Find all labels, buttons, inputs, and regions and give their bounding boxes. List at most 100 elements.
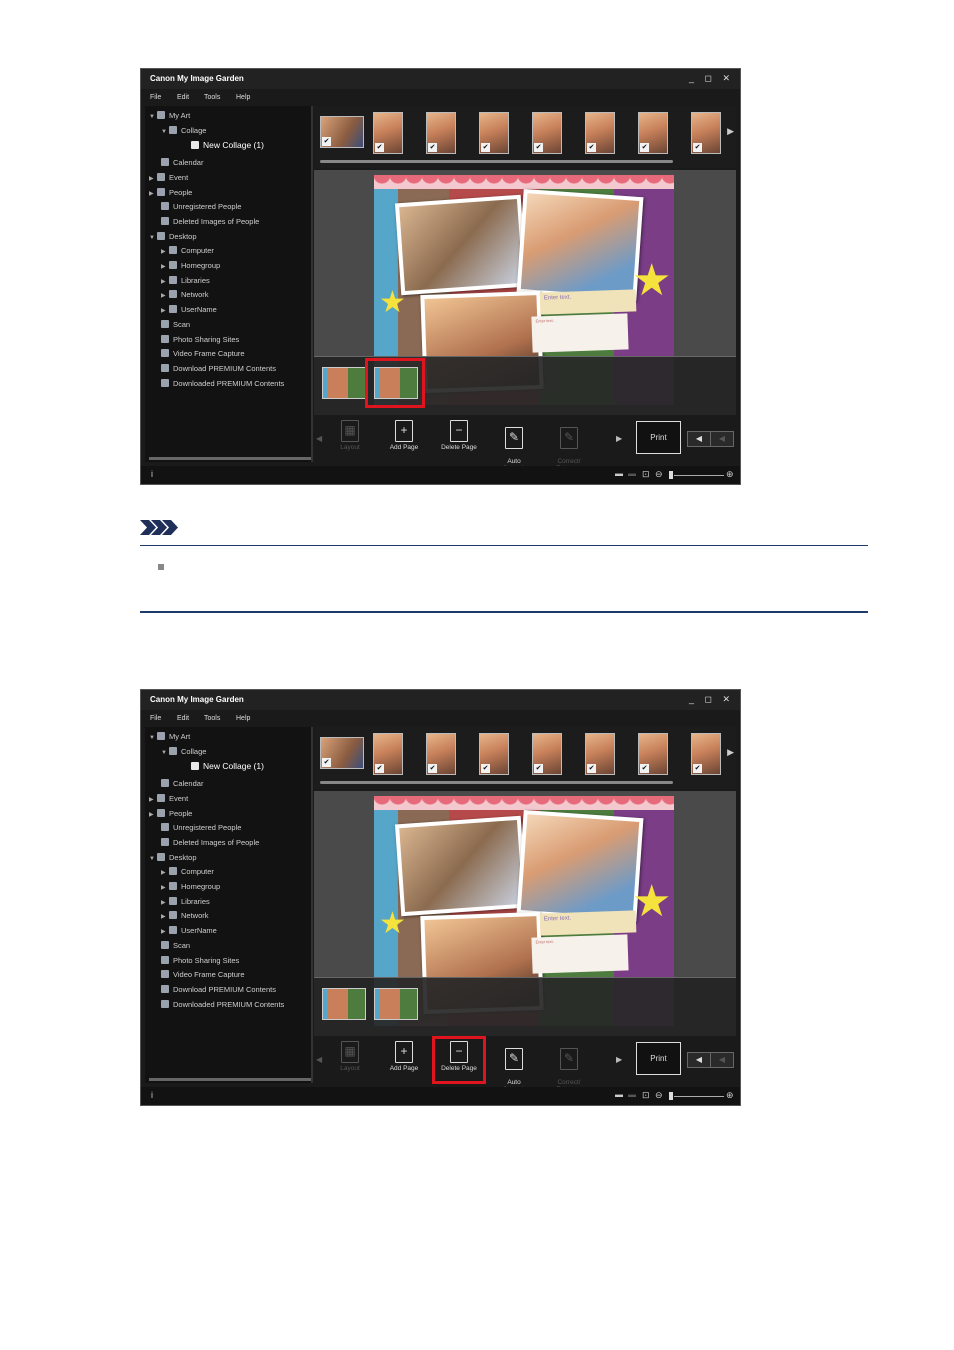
collage-photo[interactable] xyxy=(394,194,528,296)
image-thumbnail[interactable]: ✔ xyxy=(426,112,456,154)
check-icon[interactable]: ✔ xyxy=(322,137,331,146)
page-thumbnail-2[interactable] xyxy=(374,988,418,1020)
window-controls[interactable]: _ ◻ ✕ xyxy=(689,694,734,705)
tree-expand-icon[interactable]: ▶ xyxy=(161,305,169,317)
tree-expand-icon[interactable]: ▶ xyxy=(149,809,157,821)
info-icon[interactable]: i xyxy=(151,1090,153,1100)
sidebar-tree-item[interactable]: ▶ Event xyxy=(149,793,188,805)
tree-expand-icon[interactable]: ▼ xyxy=(149,853,157,865)
sidebar-tree-item[interactable]: Calendar xyxy=(153,778,203,790)
tree-expand-icon[interactable]: ▼ xyxy=(149,732,157,744)
zoom-slider[interactable] xyxy=(674,1096,724,1097)
previous-page-button[interactable]: ◀ xyxy=(687,431,711,447)
sidebar-tree-item[interactable]: ▼ Collage xyxy=(161,746,206,758)
menu-file[interactable]: File xyxy=(150,715,161,722)
sidebar-tree-item[interactable]: Deleted Images of People xyxy=(153,837,259,849)
tree-expand-icon[interactable]: ▶ xyxy=(161,882,169,894)
check-icon[interactable]: ✔ xyxy=(375,143,384,152)
image-thumbnail[interactable]: ✔ xyxy=(691,733,721,775)
correct-enhance-button[interactable]: ✎ Correct/ Enhance xyxy=(543,1041,595,1093)
image-thumbnail[interactable]: ✔ xyxy=(479,733,509,775)
tree-expand-icon[interactable]: ▶ xyxy=(161,867,169,879)
sidebar-tree-item[interactable]: ▼ Desktop xyxy=(149,231,197,243)
correct-enhance-button[interactable]: ✎ Correct/ Enhance xyxy=(543,420,595,472)
page-thumbnail-1[interactable] xyxy=(322,988,366,1020)
sidebar-tree-item[interactable]: ▶ Network xyxy=(161,289,209,301)
menu-file[interactable]: File xyxy=(150,94,161,101)
tree-expand-icon[interactable]: ▶ xyxy=(161,246,169,258)
menu-help[interactable]: Help xyxy=(236,715,250,722)
menu-edit[interactable]: Edit xyxy=(177,94,189,101)
check-icon[interactable]: ✔ xyxy=(693,764,702,773)
zoom-in-icon[interactable]: ⊕ xyxy=(726,1090,734,1101)
sidebar-tree-item[interactable]: New Collage (1) xyxy=(183,760,264,772)
fit-icon[interactable]: ⊡ xyxy=(642,1090,650,1101)
sidebar-tree-item[interactable]: Deleted Images of People xyxy=(153,216,259,228)
zoom-slider[interactable] xyxy=(674,475,724,476)
collage-photo[interactable] xyxy=(516,188,644,302)
text-box-small[interactable]: Enter text. xyxy=(531,313,629,353)
auto-layout-button[interactable]: ✎ Auto Layout xyxy=(488,420,540,472)
sidebar-tree-item[interactable]: ▶ Homegroup xyxy=(161,260,220,272)
text-box[interactable]: Enter text. xyxy=(539,289,637,315)
menu-tools[interactable]: Tools xyxy=(204,94,220,101)
check-icon[interactable]: ✔ xyxy=(534,143,543,152)
tree-expand-icon[interactable]: ▶ xyxy=(161,276,169,288)
tree-expand-icon[interactable]: ▶ xyxy=(149,188,157,200)
previous-page-button[interactable]: ◀ xyxy=(687,1052,711,1068)
filmstrip-scrollbar[interactable] xyxy=(320,160,673,163)
image-thumbnail[interactable]: ✔ xyxy=(426,733,456,775)
sidebar-tree-item[interactable]: Video Frame Capture xyxy=(153,969,245,981)
multi-view-icon[interactable]: ▬ xyxy=(628,1090,636,1099)
image-thumbnail[interactable]: ✔ xyxy=(373,733,403,775)
sidebar-tree-item[interactable]: Video Frame Capture xyxy=(153,348,245,360)
image-thumbnail[interactable]: ✔ xyxy=(532,112,562,154)
tree-expand-icon[interactable]: ▶ xyxy=(161,897,169,909)
check-icon[interactable]: ✔ xyxy=(693,143,702,152)
next-page-button[interactable]: ◀ xyxy=(710,431,734,447)
tree-expand-icon[interactable]: ▼ xyxy=(161,747,169,759)
image-thumbnail[interactable]: ✔ xyxy=(638,112,668,154)
menu-edit[interactable]: Edit xyxy=(177,715,189,722)
sidebar-tree-item[interactable]: ▶ UserName xyxy=(161,304,217,316)
check-icon[interactable]: ✔ xyxy=(534,764,543,773)
sidebar-tree-item[interactable]: ▶ UserName xyxy=(161,925,217,937)
image-thumbnail[interactable]: ✔ xyxy=(691,112,721,154)
check-icon[interactable]: ✔ xyxy=(481,764,490,773)
check-icon[interactable]: ✔ xyxy=(640,764,649,773)
check-icon[interactable]: ✔ xyxy=(375,764,384,773)
sidebar-tree-item[interactable]: ▶ Computer xyxy=(161,245,214,257)
image-thumbnail[interactable]: ✔ xyxy=(479,112,509,154)
image-thumbnail[interactable]: ✔ xyxy=(532,733,562,775)
image-thumbnail[interactable]: ✔ xyxy=(585,112,615,154)
add-page-button[interactable]: + Add Page xyxy=(378,420,430,451)
sidebar-tree-item[interactable]: ▶ Computer xyxy=(161,866,214,878)
layout-button[interactable]: ▦ Layout xyxy=(324,420,376,451)
filmstrip-next-icon[interactable]: ▶ xyxy=(727,747,734,758)
sidebar-scrollbar[interactable] xyxy=(149,457,311,460)
toolbar-prev-icon[interactable]: ◀ xyxy=(316,434,322,443)
zoom-slider-handle[interactable] xyxy=(669,1092,673,1100)
tree-expand-icon[interactable]: ▼ xyxy=(149,111,157,123)
fit-icon[interactable]: ⊡ xyxy=(642,469,650,480)
zoom-in-icon[interactable]: ⊕ xyxy=(726,469,734,480)
menu-tools[interactable]: Tools xyxy=(204,715,220,722)
text-box[interactable]: Enter text. xyxy=(539,910,637,936)
sidebar-tree-item[interactable]: Calendar xyxy=(153,157,203,169)
sidebar-tree-item[interactable]: ▶ Event xyxy=(149,172,188,184)
next-page-button[interactable]: ◀ xyxy=(710,1052,734,1068)
check-icon[interactable]: ✔ xyxy=(587,143,596,152)
single-view-icon[interactable]: ▬ xyxy=(615,1090,623,1099)
add-page-button[interactable]: + Add Page xyxy=(378,1041,430,1072)
check-icon[interactable]: ✔ xyxy=(481,143,490,152)
toolbar-next-icon[interactable]: ▶ xyxy=(616,434,622,443)
filmstrip-next-icon[interactable]: ▶ xyxy=(727,126,734,137)
menu-help[interactable]: Help xyxy=(236,94,250,101)
image-thumbnail[interactable]: ✔ xyxy=(585,733,615,775)
sidebar-tree-item[interactable]: ▶ Libraries xyxy=(161,896,210,908)
info-icon[interactable]: i xyxy=(151,469,153,479)
sidebar-tree-item[interactable]: ▶ Homegroup xyxy=(161,881,220,893)
sidebar-scrollbar[interactable] xyxy=(149,1078,311,1081)
print-button[interactable]: Print xyxy=(636,1042,681,1075)
sidebar-tree-item[interactable]: Unregistered People xyxy=(153,822,241,834)
